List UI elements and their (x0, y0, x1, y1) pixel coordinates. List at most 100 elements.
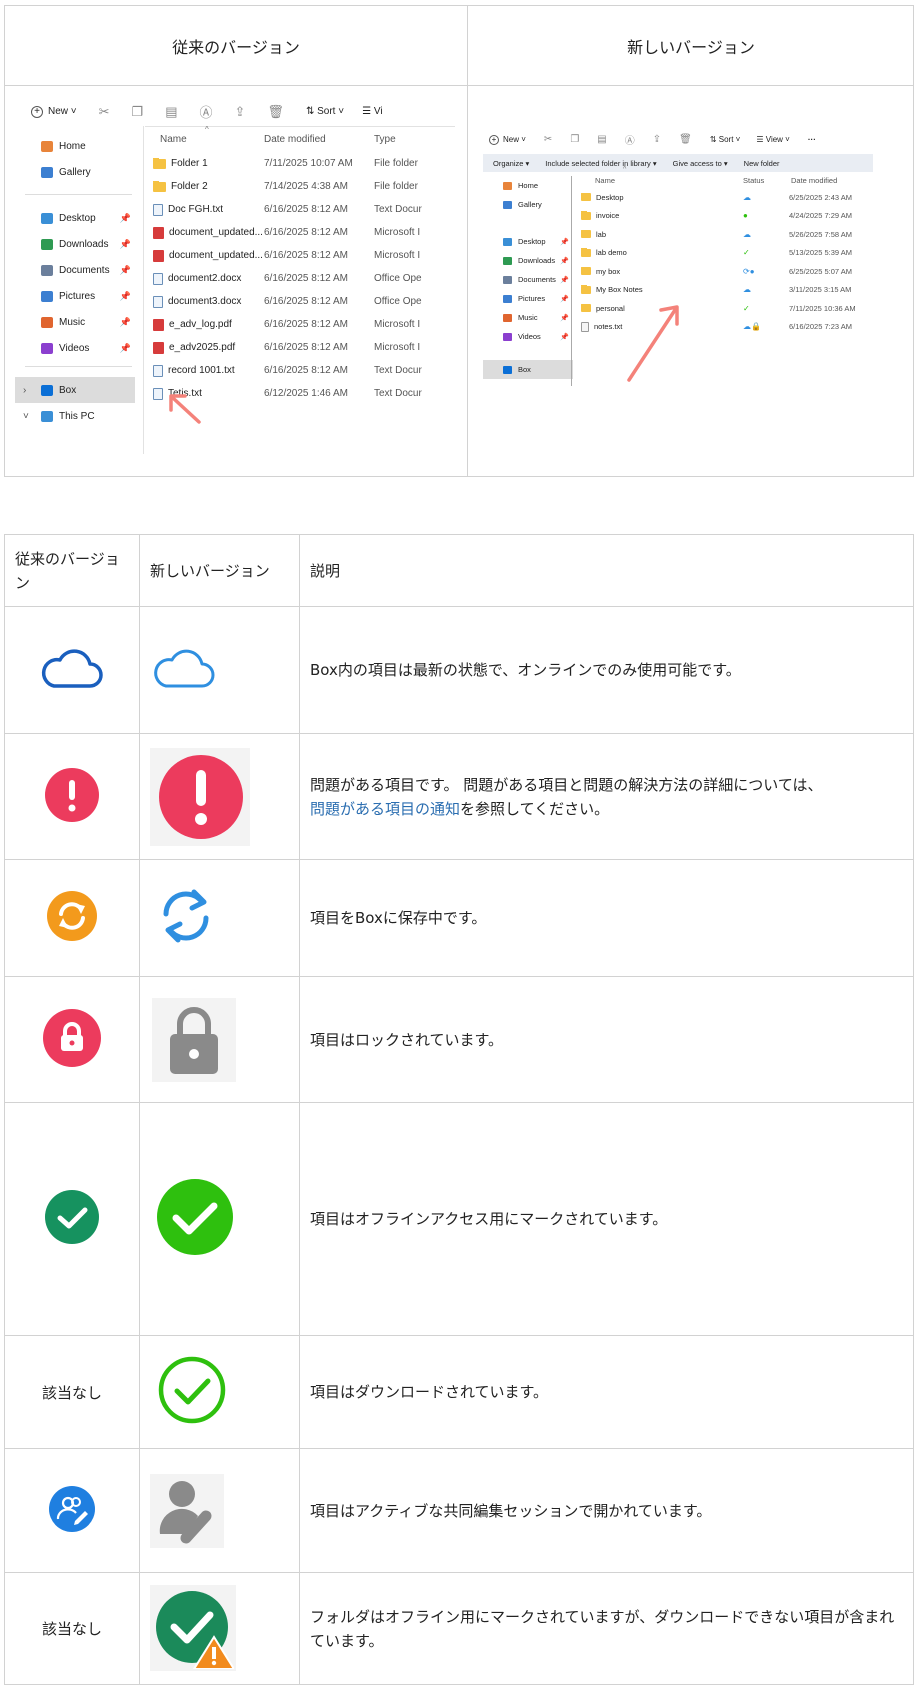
cut-icon[interactable]: ✂ (99, 104, 110, 120)
type-cell: Text Docur (374, 388, 422, 399)
nav-item-downloads[interactable]: Downloads 📌 (15, 231, 135, 257)
issue-notification-link[interactable]: 問題がある項目の通知 (310, 800, 460, 818)
view-label: View (765, 135, 783, 144)
file-name: e_adv_log.pdf (169, 319, 232, 330)
table-row[interactable]: record 1001.txt 6/16/2025 8:12 AM Text Doc… (153, 359, 453, 382)
table-row[interactable]: Doc FGH.txt 6/16/2025 8:12 AM Text Docur (153, 198, 453, 221)
check-icon (45, 1190, 99, 1244)
more-button[interactable]: ··· (808, 135, 816, 144)
pin-icon[interactable]: 📌 (120, 317, 131, 328)
pin-icon[interactable]: 📌 (560, 238, 569, 246)
home-icon (41, 140, 53, 152)
pin-icon[interactable]: 📌 (560, 257, 569, 265)
pin-icon[interactable]: 📌 (120, 213, 131, 224)
nav-item-desktop[interactable]: Desktop 📌 (15, 205, 135, 231)
pin-icon[interactable]: 📌 (560, 295, 569, 303)
command-include[interactable]: Include selected folder in library ▾ (545, 159, 656, 168)
nav-item-downloads[interactable]: Downloads 📌 (483, 251, 573, 270)
table-row[interactable]: document2.docx 6/16/2025 8:12 AM Office Op… (153, 267, 453, 290)
pin-icon[interactable]: 📌 (120, 265, 131, 276)
pin-icon[interactable]: 📌 (560, 333, 569, 341)
type-column-header[interactable]: Type (374, 134, 396, 145)
nav-item-videos[interactable]: Videos 📌 (483, 327, 573, 346)
table-row[interactable]: invoice ● 4/24/2025 7:29 AM (581, 207, 891, 226)
nav-item-pictures[interactable]: Pictures 📌 (483, 289, 573, 308)
pin-icon[interactable]: 📌 (120, 239, 131, 250)
nav-item-this-pc[interactable]: ˅ This PC (15, 403, 135, 429)
command-new[interactable]: New folder (744, 159, 780, 168)
sort-button[interactable]: ⇅ Sort ˅ (306, 106, 344, 117)
name-column-header[interactable]: Name (160, 134, 264, 145)
nav-item-label: Documents (59, 264, 110, 276)
gallery-icon (41, 166, 53, 178)
file-name: document_updated... (169, 250, 263, 261)
nav-item-documents[interactable]: Documents 📌 (483, 270, 573, 289)
pin-icon[interactable]: 📌 (560, 276, 569, 284)
share-icon[interactable]: ⇪ (653, 134, 661, 145)
date-column-header[interactable]: Date modified (264, 134, 374, 145)
nav-item-box[interactable]: › Box (15, 377, 135, 403)
nav-item-music[interactable]: Music 📌 (15, 309, 135, 335)
delete-icon[interactable]: 🗑 (267, 104, 284, 120)
pin-icon[interactable]: 📌 (120, 343, 131, 354)
paste-icon[interactable]: ▤ (165, 104, 177, 120)
copy-icon[interactable]: ❐ (132, 104, 144, 120)
nav-item-documents[interactable]: Documents 📌 (15, 257, 135, 283)
table-row[interactable]: document_updated... 6/16/2025 8:12 AM Micr… (153, 221, 453, 244)
nav-item-box[interactable]: Box (483, 360, 573, 379)
nav-item-label: Downloads (518, 256, 556, 265)
type-cell: Office Ope (374, 273, 422, 284)
table-row[interactable]: lab demo ✓ 5/13/2025 5:39 AM (581, 244, 891, 263)
table-row[interactable]: Folder 2 7/14/2025 4:38 AM File folder (153, 175, 453, 198)
nav-item-label: Box (59, 384, 77, 396)
table-row[interactable]: lab ☁ 5/26/2025 7:58 AM (581, 225, 891, 244)
status-column-header[interactable]: Status (743, 176, 791, 185)
table-row[interactable]: My Box Notes ☁ 3/11/2025 3:15 AM (581, 281, 891, 300)
command-organize[interactable]: Organize ▾ (493, 159, 529, 168)
view-button[interactable]: ☰ Vi (362, 106, 382, 117)
nav-item-home[interactable]: Home (483, 176, 573, 195)
table-row[interactable]: document3.docx 6/16/2025 8:12 AM Office Op… (153, 290, 453, 313)
date-column-header[interactable]: Date modified (791, 176, 837, 185)
nav-item-gallery[interactable]: Gallery (483, 195, 573, 214)
table-row[interactable]: e_adv_log.pdf 6/16/2025 8:12 AM Microsoft … (153, 313, 453, 336)
copy-icon[interactable]: ❐ (570, 134, 579, 145)
nav-item-label: Pictures (518, 294, 546, 303)
rename-icon[interactable]: Ⓐ (200, 102, 213, 121)
table-row[interactable]: Desktop ☁ 6/25/2025 2:43 AM (581, 188, 891, 207)
command-give[interactable]: Give access to ▾ (673, 159, 728, 168)
date-cell: 6/16/2025 7:23 AM (789, 322, 852, 332)
paste-icon[interactable]: ▤ (597, 134, 606, 145)
sort-button[interactable]: ⇅ Sort ˅ (710, 135, 741, 144)
new-button[interactable]: + New ˅ (489, 134, 526, 145)
nav-item-pictures[interactable]: Pictures 📌 (15, 283, 135, 309)
name-column-header[interactable]: Name (595, 176, 743, 185)
nav-item-gallery[interactable]: Gallery (15, 159, 135, 185)
rename-icon[interactable]: Ⓐ (625, 132, 635, 147)
nav-item-desktop[interactable]: Desktop 📌 (483, 232, 573, 251)
nav-item-videos[interactable]: Videos 📌 (15, 335, 135, 361)
pin-icon[interactable]: 📌 (560, 314, 569, 322)
type-cell: Microsoft I (374, 227, 421, 238)
description: Box内の項目は最新の状態で、オンラインでのみ使用可能です。 (299, 606, 914, 734)
delete-icon[interactable]: 🗑 (679, 134, 692, 145)
table-row[interactable]: my box ⟳● 6/25/2025 5:07 AM (581, 262, 891, 281)
nav-item-home[interactable]: Home (15, 133, 135, 159)
desktop-icon (41, 212, 53, 224)
cut-icon[interactable]: ✂ (544, 134, 552, 145)
table-row[interactable]: document_updated... 6/16/2025 8:12 AM Micr… (153, 244, 453, 267)
view-button[interactable]: ☰ View ˅ (756, 135, 790, 144)
status-icon-table: 従来のバージョン 新しいバージョン 説明 Box内の項目は最新の状態で、オンライ… (4, 534, 914, 1685)
date-cell: 6/25/2025 2:43 AM (789, 192, 852, 202)
pin-icon[interactable]: 📌 (120, 291, 131, 302)
nav-item-music[interactable]: Music 📌 (483, 308, 573, 327)
pc-icon (41, 410, 53, 422)
folder-icon (581, 266, 591, 276)
table-row[interactable]: e_adv2025.pdf 6/16/2025 8:12 AM Microsoft … (153, 336, 453, 359)
description: 項目はオフラインアクセス用にマークされています。 (299, 1102, 914, 1336)
chevron-icon[interactable]: › (23, 385, 26, 396)
chevron-icon[interactable]: ˅ (23, 411, 29, 422)
share-icon[interactable]: ⇪ (235, 104, 246, 120)
table-row[interactable]: Folder 1 7/11/2025 10:07 AM File folder (153, 152, 453, 175)
new-button[interactable]: + New ˅ (31, 105, 77, 118)
